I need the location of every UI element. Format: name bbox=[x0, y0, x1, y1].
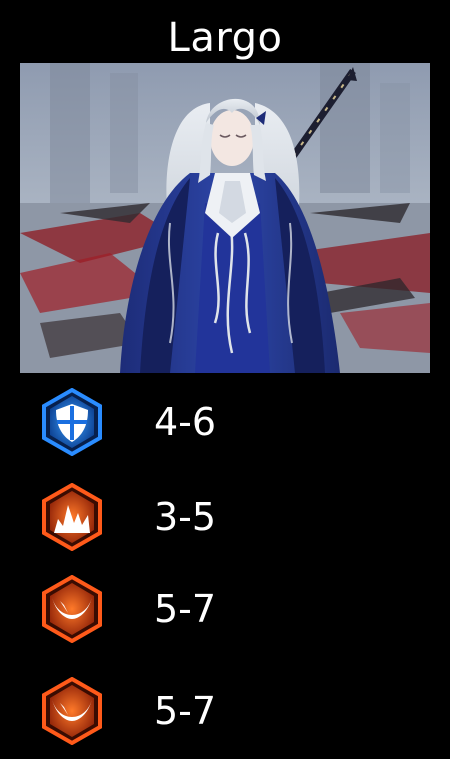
character-name: Largo bbox=[167, 15, 283, 61]
stat-value: 5-7 bbox=[154, 587, 217, 631]
character-portrait bbox=[20, 63, 430, 373]
stat-value: 3-5 bbox=[154, 495, 217, 539]
stat-row-slash: 5-7 bbox=[0, 570, 450, 650]
stat-value: 5-7 bbox=[154, 689, 217, 733]
flame-icon bbox=[42, 483, 102, 551]
crescent-slash-icon bbox=[42, 575, 102, 643]
shield-icon bbox=[42, 388, 102, 456]
stat-row-slash-2: 5-7 bbox=[0, 672, 450, 752]
stat-row-fire: 3-5 bbox=[0, 478, 450, 558]
stat-value: 4-6 bbox=[154, 400, 217, 444]
crescent-slash-icon bbox=[42, 677, 102, 745]
stat-row-defense: 4-6 bbox=[0, 383, 450, 463]
character-illustration bbox=[20, 63, 430, 373]
